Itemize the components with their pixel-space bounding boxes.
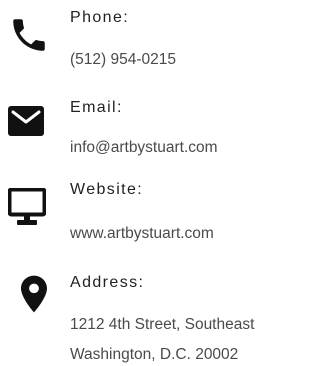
phone-label: Phone:	[70, 9, 130, 26]
address-label: Address:	[70, 274, 145, 291]
phone-number[interactable]: (512) 954-0215	[70, 50, 176, 70]
address-city: Washington, D.C. 20002	[70, 346, 239, 363]
website-label: Website:	[70, 181, 144, 198]
contact-item-address: Address: 1212 4th Street, Southeast Wash…	[0, 265, 320, 366]
email-label: Email:	[70, 99, 123, 116]
contact-item-email: Email: info@artbystuart.com	[0, 90, 320, 180]
envelope-icon	[8, 106, 44, 136]
monitor-icon	[8, 188, 46, 228]
phone-icon	[8, 14, 50, 56]
contact-item-phone: Phone: (512) 954-0215	[0, 0, 320, 90]
address-street: 1212 4th Street, Southeast	[70, 316, 255, 333]
website-link[interactable]: www.artbystuart.com	[70, 224, 214, 244]
map-pin-icon	[21, 275, 47, 313]
contact-item-website: Website: www.artbystuart.com	[0, 180, 320, 260]
contact-info-list: Phone: (512) 954-0215 Email: info@artbys…	[0, 0, 320, 366]
email-address[interactable]: info@artbystuart.com	[70, 138, 218, 158]
